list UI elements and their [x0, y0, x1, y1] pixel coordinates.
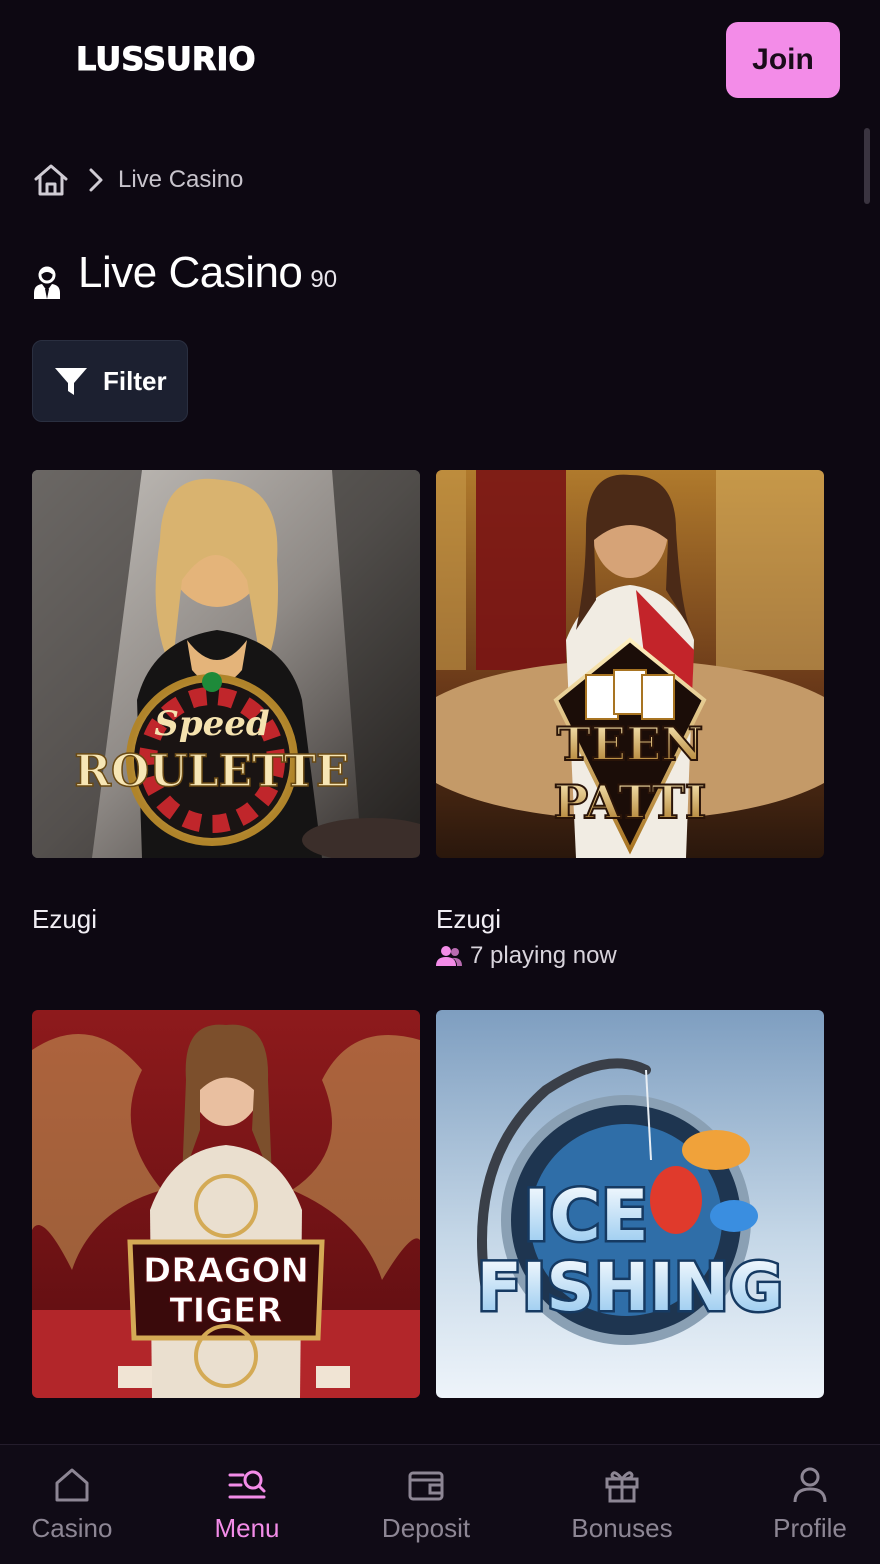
svg-text:Speed: Speed: [154, 704, 270, 744]
nav-label: Profile: [773, 1513, 847, 1543]
top-header: LUSSURIO Join: [0, 0, 880, 120]
nav-item-profile[interactable]: Profile: [762, 1445, 858, 1564]
users-icon: [436, 945, 462, 967]
filter-label: Filter: [103, 365, 167, 396]
chevron-right-icon: [84, 165, 108, 195]
game-count: 90: [310, 266, 338, 293]
nav-item-bonuses[interactable]: Bonuses: [560, 1445, 684, 1564]
breadcrumb: Live Casino: [32, 158, 243, 202]
nav-label: Bonuses: [571, 1513, 673, 1543]
nav-label: Deposit: [381, 1513, 471, 1543]
nav-item-menu[interactable]: Menu: [197, 1445, 297, 1564]
brand-logo[interactable]: LUSSURIO: [76, 40, 257, 79]
bottom-nav: Casino Menu Deposit Bonuses Profile: [0, 1444, 880, 1564]
game-tile-speed-roulette[interactable]: Speed ROULETTE: [32, 470, 420, 858]
game-thumbnail: TEEN PATTI: [436, 470, 824, 858]
user-icon: [790, 1465, 830, 1505]
game-provider: Ezugi: [32, 904, 98, 934]
players-count: 7 playing now: [436, 942, 617, 970]
svg-text:ICE: ICE: [523, 1175, 648, 1257]
game-provider: Ezugi: [436, 904, 502, 934]
players-count-text: 7 playing now: [470, 942, 617, 969]
game-tile-teen-patti[interactable]: TEEN PATTI: [436, 470, 824, 858]
game-tile-dragon-tiger[interactable]: DRAGON TIGER: [32, 1010, 420, 1398]
home-icon[interactable]: [32, 161, 70, 199]
menu-search-icon: [227, 1465, 267, 1505]
svg-text:ROULETTE: ROULETTE: [74, 746, 349, 797]
game-thumbnail: ICE FISHING: [436, 1010, 824, 1398]
svg-text:TEEN: TEEN: [557, 717, 703, 771]
svg-text:FISHING: FISHING: [477, 1249, 783, 1326]
home-icon: [52, 1465, 92, 1505]
svg-text:DRAGON: DRAGON: [143, 1251, 309, 1291]
scrollbar[interactable]: [864, 128, 870, 204]
nav-label: Menu: [214, 1513, 280, 1543]
nav-item-deposit[interactable]: Deposit: [370, 1445, 482, 1564]
svg-text:PATTI: PATTI: [554, 775, 707, 829]
game-thumbnail: Speed ROULETTE: [32, 470, 420, 858]
page-title: Live Casino 90: [32, 248, 337, 308]
live-dealer-icon: [32, 265, 62, 301]
nav-label: Casino: [31, 1513, 113, 1543]
filter-button[interactable]: Filter: [32, 340, 188, 422]
game-tile-ice-fishing[interactable]: ICE FISHING: [436, 1010, 824, 1398]
page-title-text: Live Casino: [78, 248, 303, 297]
filter-icon: [53, 364, 89, 398]
game-thumbnail: DRAGON TIGER: [32, 1010, 420, 1398]
join-button[interactable]: Join: [726, 22, 840, 98]
gift-icon: [602, 1465, 642, 1505]
wallet-icon: [406, 1465, 446, 1505]
nav-item-casino[interactable]: Casino: [22, 1445, 122, 1564]
breadcrumb-current: Live Casino: [118, 166, 244, 193]
